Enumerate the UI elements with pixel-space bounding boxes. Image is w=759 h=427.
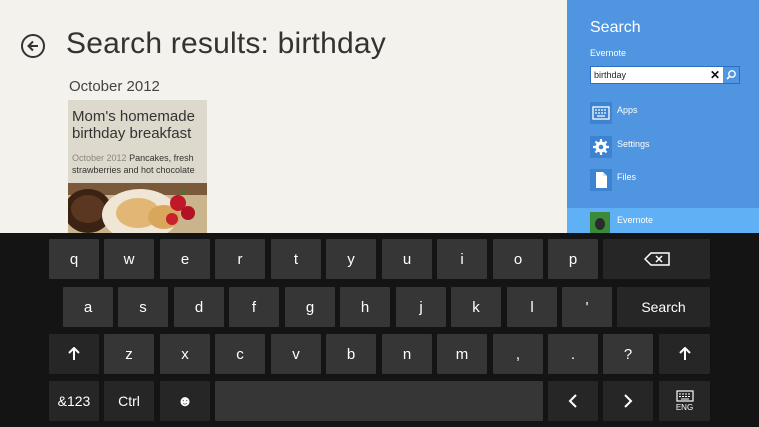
shift-right-key[interactable] bbox=[659, 334, 710, 374]
key-a[interactable]: a bbox=[63, 287, 113, 327]
emoji-icon: ☻ bbox=[177, 392, 193, 410]
key-e[interactable]: e bbox=[160, 239, 210, 279]
search-pane-title: Search bbox=[590, 19, 641, 36]
search-target-files[interactable]: Files bbox=[590, 169, 750, 191]
key-l[interactable]: l bbox=[507, 287, 557, 327]
ctrl-key[interactable]: Ctrl bbox=[104, 381, 154, 421]
key-k[interactable]: k bbox=[451, 287, 501, 327]
search-scope-label: Evernote bbox=[590, 48, 627, 58]
evernote-icon bbox=[590, 212, 610, 233]
key-b[interactable]: b bbox=[326, 334, 376, 374]
backspace-icon bbox=[643, 252, 670, 266]
key-period[interactable]: . bbox=[548, 334, 598, 374]
keyboard-icon bbox=[590, 102, 612, 124]
key-t[interactable]: t bbox=[271, 239, 321, 279]
result-title: Mom's homemade birthday breakfast bbox=[72, 108, 195, 142]
gear-icon bbox=[590, 136, 612, 158]
key-j[interactable]: j bbox=[396, 287, 446, 327]
key-u[interactable]: u bbox=[382, 239, 432, 279]
result-thumbnail-image bbox=[68, 183, 207, 233]
result-snippet: October 2012 Pancakes, fresh strawberrie… bbox=[72, 152, 205, 176]
search-target-label: Evernote bbox=[617, 215, 654, 225]
shift-left-key[interactable] bbox=[49, 334, 99, 374]
key-comma[interactable]: , bbox=[493, 334, 543, 374]
key-d[interactable]: d bbox=[174, 287, 224, 327]
key-p[interactable]: p bbox=[548, 239, 598, 279]
search-target-label: Apps bbox=[617, 105, 638, 115]
search-target-apps[interactable]: Apps bbox=[590, 102, 750, 124]
language-label: ENG bbox=[675, 403, 694, 412]
search-target-settings[interactable]: Settings bbox=[590, 136, 750, 158]
search-target-evernote[interactable]: Evernote bbox=[567, 208, 759, 233]
chevron-right-icon bbox=[624, 394, 633, 408]
key-q[interactable]: q bbox=[49, 239, 99, 279]
search-target-label: Files bbox=[617, 172, 637, 182]
group-header: October 2012 bbox=[69, 78, 160, 95]
magnifier-icon bbox=[726, 70, 736, 80]
space-key[interactable] bbox=[215, 381, 543, 421]
key-m[interactable]: m bbox=[437, 334, 487, 374]
keyboard-icon bbox=[675, 390, 694, 402]
key-f[interactable]: f bbox=[229, 287, 279, 327]
backspace-key[interactable] bbox=[603, 239, 710, 279]
search-pane: Search Evernote ✕ Apps Settings Files bbox=[567, 0, 759, 233]
back-arrow-icon bbox=[27, 40, 38, 52]
app-canvas: Search results: birthday October 2012 Mo… bbox=[0, 0, 567, 233]
search-target-label: Settings bbox=[617, 139, 650, 149]
search-box: ✕ bbox=[590, 66, 740, 84]
emoji-key[interactable]: ☻ bbox=[160, 381, 210, 421]
key-g[interactable]: g bbox=[285, 287, 335, 327]
key-h[interactable]: h bbox=[340, 287, 390, 327]
key-w[interactable]: w bbox=[104, 239, 154, 279]
key-z[interactable]: z bbox=[104, 334, 154, 374]
search-go-button[interactable] bbox=[723, 67, 739, 83]
left-arrow-key[interactable] bbox=[548, 381, 598, 421]
touch-keyboard: q w e r t y u i o p a s d f g h j k l ' … bbox=[0, 233, 759, 427]
key-x[interactable]: x bbox=[160, 334, 210, 374]
key-o[interactable]: o bbox=[493, 239, 543, 279]
file-icon bbox=[590, 169, 612, 191]
result-date: October 2012 bbox=[72, 153, 127, 163]
key-s[interactable]: s bbox=[118, 287, 168, 327]
right-arrow-key[interactable] bbox=[603, 381, 653, 421]
symbols-key[interactable]: &123 bbox=[49, 381, 99, 421]
key-i[interactable]: i bbox=[437, 239, 487, 279]
key-c[interactable]: c bbox=[215, 334, 265, 374]
search-key[interactable]: Search bbox=[617, 287, 710, 327]
shift-arrow-icon bbox=[678, 347, 691, 360]
page-title: Search results: birthday bbox=[66, 27, 386, 60]
back-button[interactable] bbox=[21, 34, 45, 58]
clear-search-icon[interactable]: ✕ bbox=[708, 67, 722, 83]
search-input[interactable] bbox=[594, 68, 700, 81]
key-apostrophe[interactable]: ' bbox=[562, 287, 612, 327]
keyboard-language-key[interactable]: ENG bbox=[659, 381, 710, 421]
chevron-left-icon bbox=[568, 394, 577, 408]
shift-arrow-icon bbox=[68, 347, 80, 360]
key-y[interactable]: y bbox=[326, 239, 376, 279]
key-n[interactable]: n bbox=[382, 334, 432, 374]
key-question[interactable]: ? bbox=[603, 334, 653, 374]
key-v[interactable]: v bbox=[271, 334, 321, 374]
key-r[interactable]: r bbox=[215, 239, 265, 279]
search-result-card[interactable]: Mom's homemade birthday breakfast Octobe… bbox=[68, 100, 207, 233]
